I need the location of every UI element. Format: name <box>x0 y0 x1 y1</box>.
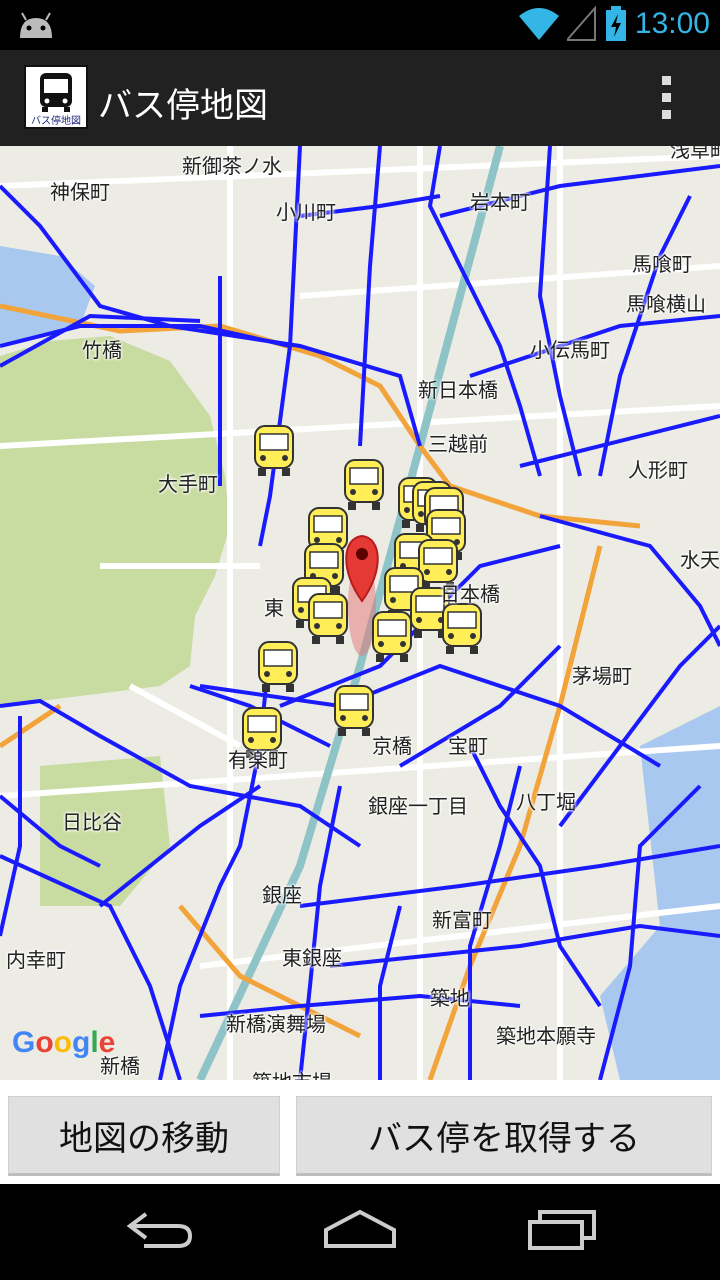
map-label: 宝町 <box>448 734 488 758</box>
bus-stop-marker[interactable] <box>306 592 350 646</box>
map-canvas <box>0 146 720 1080</box>
map-label: 岩本町 <box>470 190 530 214</box>
imperial-palace-park <box>0 336 230 706</box>
map-label: 東 <box>264 596 284 620</box>
android-icon <box>20 12 52 38</box>
map-label: 築地市場 <box>252 1066 332 1080</box>
home-icon[interactable] <box>322 1206 398 1252</box>
map-label: 銀座一丁目 <box>368 794 468 818</box>
bus-stop-marker[interactable] <box>252 424 296 478</box>
move-map-button[interactable]: 地図の移動 <box>8 1096 280 1176</box>
bus-stop-marker[interactable] <box>342 458 386 512</box>
map-label: 茅場町 <box>572 664 632 688</box>
battery-charging-icon <box>605 6 626 41</box>
map-view[interactable]: 新御茶ノ水神保町小川町 岩本町 浅草町馬喰町馬喰横山竹橋 小伝馬町新日本橋三越前人形町… <box>0 146 720 1080</box>
signal-icon <box>566 6 596 41</box>
bus-stop-marker[interactable] <box>440 602 484 656</box>
google-attribution: Google <box>12 1026 116 1059</box>
map-label: 有楽町 <box>228 748 288 772</box>
overflow-menu-icon[interactable] <box>662 76 674 122</box>
map-label: 日本橋 <box>440 582 500 606</box>
map-label: 新御茶ノ水 <box>182 154 282 178</box>
map-label: 大手町 <box>158 472 218 496</box>
app-title: バス停地図 <box>98 86 268 126</box>
map-label: 竹橋 <box>82 338 122 362</box>
status-time: 13:00 <box>634 7 710 40</box>
map-label: 内幸町 <box>6 948 66 972</box>
app-icon-label: バス停地図 <box>31 114 81 127</box>
action-bar: バス停地図 バス停地図 <box>0 50 720 146</box>
status-bar: 13:00 <box>0 0 720 50</box>
map-label: 新橋演舞場 <box>226 1012 326 1036</box>
map-label: 水天 <box>680 548 720 572</box>
get-bus-stops-button[interactable]: バス停を取得する <box>296 1096 712 1176</box>
wifi-icon <box>518 8 559 40</box>
bus-stop-marker[interactable] <box>332 684 376 738</box>
map-label: 人形町 <box>628 458 688 482</box>
recent-apps-icon[interactable] <box>526 1206 598 1252</box>
map-label: 八丁堀 <box>516 790 576 814</box>
map-label: 日比谷 <box>62 810 122 834</box>
map-label: 築地本願寺 <box>496 1024 596 1048</box>
map-label: 銀座 <box>262 883 302 907</box>
map-label: 浅草町 <box>670 146 720 162</box>
map-label: 小川町 <box>276 200 336 224</box>
river-water <box>600 706 720 1080</box>
map-label: 小伝馬町 <box>530 338 610 362</box>
map-label: 東銀座 <box>282 946 342 970</box>
map-label: 新富町 <box>432 908 492 932</box>
map-label: 築地 <box>430 986 470 1010</box>
app-icon: バス停地図 <box>24 65 88 129</box>
navigation-bar <box>0 1184 720 1280</box>
map-label: 神保町 <box>50 180 110 204</box>
map-label: 三越前 <box>428 432 488 456</box>
button-bar: 地図の移動 バス停を取得する <box>0 1080 720 1184</box>
bus-stop-marker[interactable] <box>256 640 300 694</box>
map-label: 馬喰横山 <box>626 292 706 316</box>
moat-water <box>0 246 95 346</box>
map-label: 新日本橋 <box>418 378 498 402</box>
map-label: 馬喰町 <box>632 252 692 276</box>
map-label: 京橋 <box>372 734 412 758</box>
bus-stop-marker[interactable] <box>370 610 414 664</box>
back-icon[interactable] <box>124 1206 196 1252</box>
